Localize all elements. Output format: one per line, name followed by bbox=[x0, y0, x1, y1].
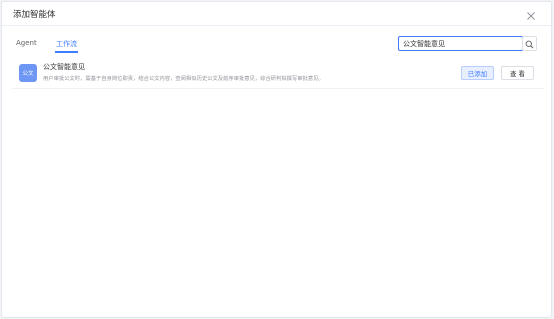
agent-avatar: 公文 bbox=[19, 64, 37, 82]
search-input[interactable] bbox=[398, 36, 523, 51]
tab-agent[interactable]: Agent bbox=[16, 39, 37, 47]
dialog-header: 添加智能体 bbox=[2, 2, 551, 26]
active-tab-indicator bbox=[55, 51, 78, 53]
search-icon bbox=[525, 34, 534, 53]
tab-workflow[interactable]: 工作流 bbox=[56, 39, 77, 49]
list-item: 公文 公文智能意见 用户审批公文时，需基于自身岗位职责，结合公文内容，查阅相似历… bbox=[12, 58, 544, 89]
view-button[interactable]: 查 看 bbox=[501, 66, 534, 80]
search-button[interactable] bbox=[522, 36, 537, 51]
dialog-title: 添加智能体 bbox=[13, 10, 56, 20]
added-button: 已添加 bbox=[461, 66, 494, 80]
agent-description: 用户审批公文时，需基于自身岗位职责，结合公文内容，查阅相似历史公文及前序审批意见… bbox=[43, 76, 324, 82]
close-icon[interactable] bbox=[525, 7, 537, 20]
agent-title: 公文智能意见 bbox=[43, 63, 85, 71]
add-agent-dialog: 添加智能体 Agent 工作流 公文 公文智能意见 用户审批公文时，需基于自身岗… bbox=[1, 1, 552, 318]
